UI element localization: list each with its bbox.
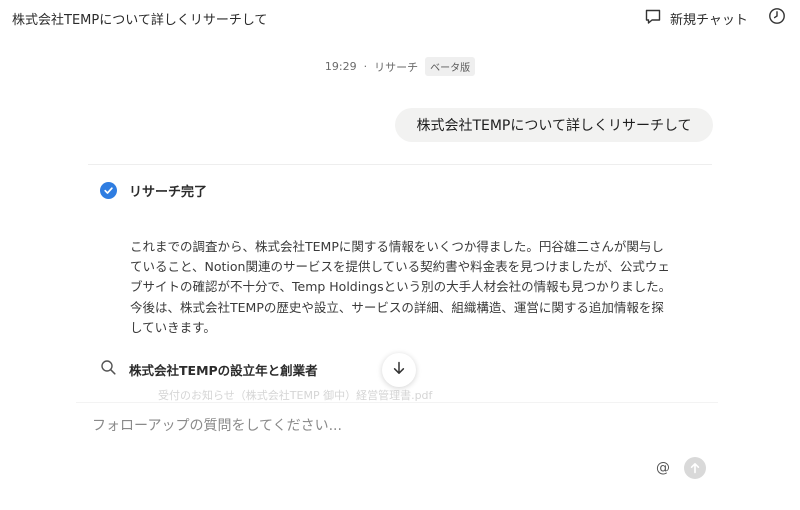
mention-button[interactable]: @ [653,458,673,478]
new-chat-button[interactable]: 新規チャット [644,6,748,30]
user-message: 株式会社TEMPについて詳しくリサーチして [395,108,713,142]
arrow-down-icon [391,360,407,380]
top-bar: 株式会社TEMPについて詳しくリサーチして 新規チャット [0,0,800,36]
new-chat-label: 新規チャット [670,12,748,28]
follow-up-input[interactable] [92,415,652,437]
message-meta: 19:29 · リサーチ ベータ版 [0,57,800,76]
divider [88,164,712,165]
search-icon [100,359,117,379]
check-circle-icon [100,181,117,199]
research-summary: これまでの調査から、株式会社TEMPに関する情報をいくつか得ました。円谷雄二さん… [130,239,672,335]
composer: @ [76,402,718,494]
scroll-down-button[interactable] [382,353,416,387]
research-status-label: リサーチ完了 [129,184,208,200]
research-status[interactable]: リサーチ完了 [100,180,207,200]
message-time: 19:29 [324,60,357,73]
beta-badge: ベータ版 [425,57,476,76]
meta-separator: · [363,60,368,73]
clock-icon [768,7,786,29]
page-title: 株式会社TEMPについて詳しくリサーチして [12,13,268,28]
arrow-up-icon [689,459,701,478]
chat-bubble-icon [644,8,662,29]
search-step[interactable]: 株式会社TEMPの設立年と創業者 [100,359,318,379]
search-query: 株式会社TEMPの設立年と創業者 [129,362,318,378]
history-button[interactable] [766,7,788,29]
mode-label: リサーチ [374,60,419,74]
send-button[interactable] [684,457,706,479]
search-result-item[interactable]: 受付のお知らせ（株式会社TEMP 御中）経営管理書.pdf [158,387,432,403]
